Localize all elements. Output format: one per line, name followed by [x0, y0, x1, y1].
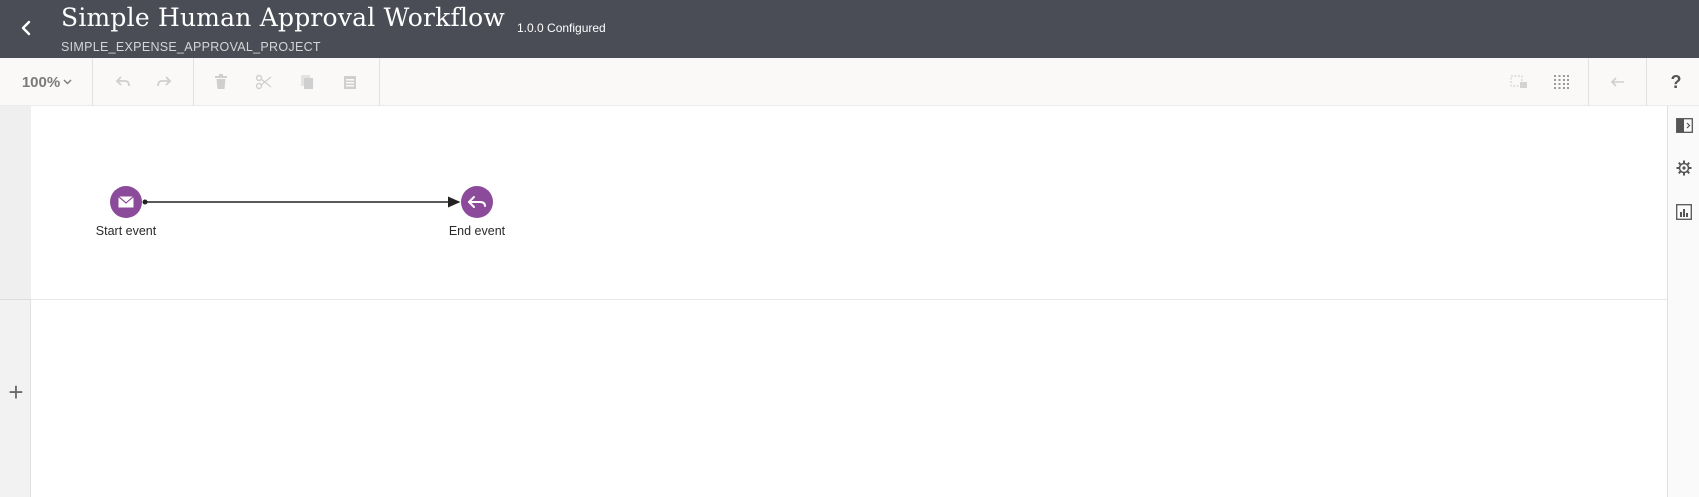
toolbar-divider: [92, 58, 93, 106]
envelope-icon: [118, 196, 134, 208]
chevron-left-icon: [21, 20, 31, 36]
grid-icon: [1554, 75, 1569, 89]
zoom-level: 100%: [21, 73, 61, 91]
return-arrow-icon: [468, 196, 486, 208]
start-event-node[interactable]: [110, 186, 142, 218]
copy-button[interactable]: [294, 58, 320, 106]
toolbar-divider: [193, 58, 194, 106]
zoom-dropdown[interactable]: 100%: [14, 58, 80, 106]
sequence-flow[interactable]: [0, 106, 1667, 497]
redo-icon: [157, 76, 172, 87]
flow-source-dot: [142, 199, 148, 205]
select-lock-icon: [1510, 75, 1527, 88]
analytics-button[interactable]: [1673, 201, 1695, 223]
end-event-label: End event: [448, 224, 506, 238]
grid-toggle-button[interactable]: [1548, 58, 1574, 106]
help-button[interactable]: ?: [1664, 58, 1688, 106]
chevron-down-icon: [63, 79, 72, 85]
collapse-button[interactable]: [1605, 58, 1631, 106]
right-rail: [1667, 106, 1699, 497]
collapse-icon: [1610, 77, 1624, 87]
toolbar-divider: [1588, 58, 1589, 106]
redo-button[interactable]: [151, 58, 177, 106]
panel-toggle-icon: [1675, 117, 1693, 133]
copy-icon: [301, 75, 313, 89]
lane-divider: [31, 299, 1667, 300]
toolbar-divider: [1646, 58, 1647, 106]
delete-button[interactable]: [208, 58, 234, 106]
settings-button[interactable]: [1673, 157, 1695, 179]
undo-button[interactable]: [110, 58, 136, 106]
cut-icon: [255, 74, 272, 90]
delete-icon: [215, 74, 227, 89]
page-title: Simple Human Approval Workflow: [61, 3, 506, 32]
chart-icon: [1676, 204, 1692, 220]
toolbar: 100% ?: [0, 58, 1699, 106]
paste-button[interactable]: [337, 58, 363, 106]
select-lock-button[interactable]: [1506, 58, 1532, 106]
start-event-label: Start event: [95, 224, 157, 238]
end-event-node[interactable]: [461, 186, 493, 218]
back-button[interactable]: [14, 14, 38, 42]
undo-icon: [115, 76, 130, 87]
paste-icon: [344, 76, 356, 89]
cut-button[interactable]: [251, 58, 277, 106]
project-name: SIMPLE_EXPENSE_APPROVAL_PROJECT: [61, 40, 321, 54]
panel-toggle-button[interactable]: [1673, 114, 1695, 136]
process-canvas[interactable]: + Start event End event: [0, 106, 1667, 497]
version-status: 1.0.0 Configured: [517, 21, 606, 35]
lane-header[interactable]: [0, 106, 31, 300]
toolbar-divider: [379, 58, 380, 106]
app-header: Simple Human Approval Workflow SIMPLE_EX…: [0, 0, 1699, 58]
settings-icon: [1676, 160, 1692, 176]
add-lane-button[interactable]: +: [4, 377, 28, 407]
